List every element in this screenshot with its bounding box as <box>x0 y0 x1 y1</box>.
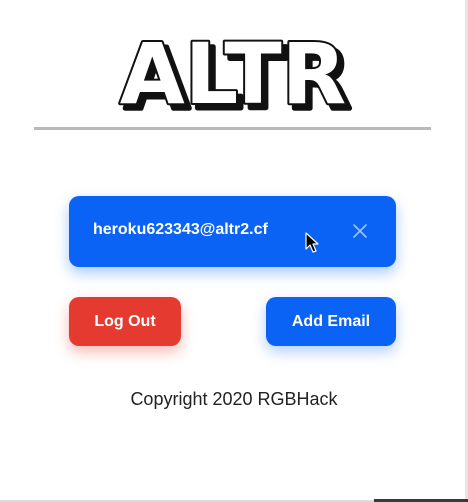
header-divider <box>34 127 431 130</box>
logout-button[interactable]: Log Out <box>69 297 181 346</box>
logo-text: ALTR <box>120 25 347 122</box>
add-email-button[interactable]: Add Email <box>266 297 396 346</box>
email-address: heroku623343@altr2.cf <box>93 221 268 238</box>
mouse-cursor-icon <box>305 232 319 253</box>
app-logo: ALTR ALTR <box>0 22 468 122</box>
close-icon <box>353 224 367 238</box>
copyright-text: Copyright 2020 RGBHack <box>130 389 338 409</box>
email-card: heroku623343@altr2.cf <box>69 196 396 267</box>
remove-email-button[interactable] <box>349 220 371 242</box>
